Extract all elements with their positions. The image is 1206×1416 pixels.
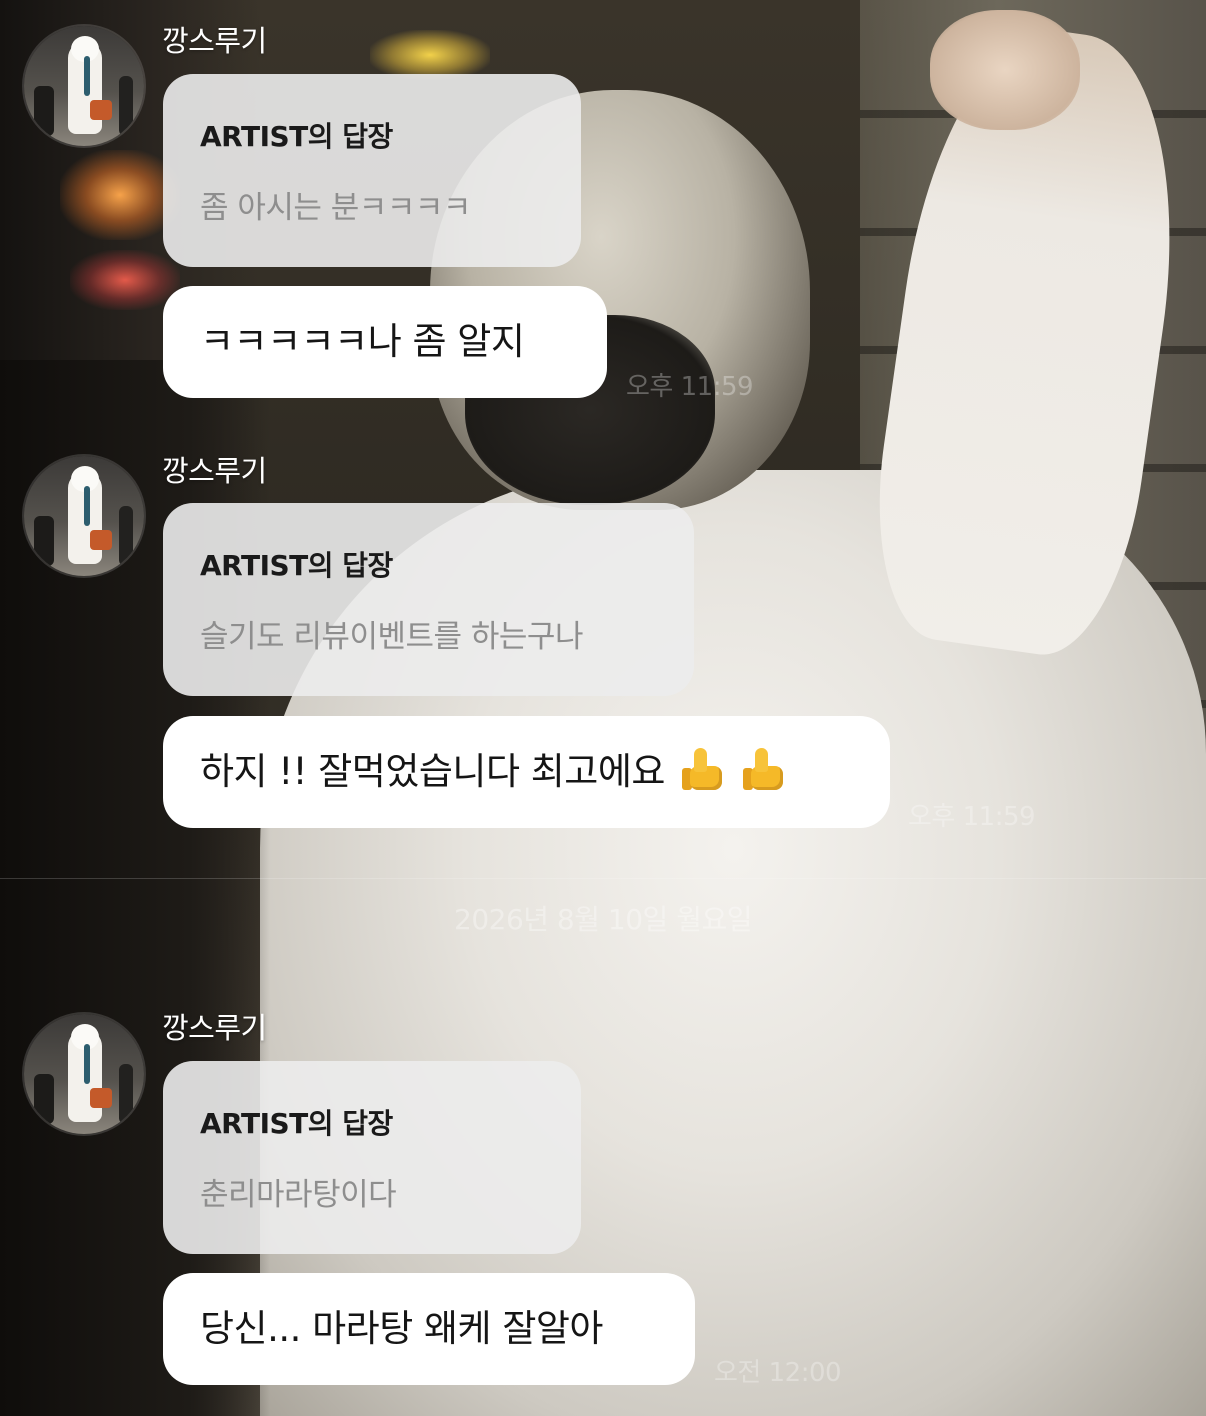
message-time: 오전 12:00 [714, 1358, 842, 1388]
message-text: ㅋㅋㅋㅋㅋ나 좀 알지 [200, 320, 525, 363]
chat-area[interactable]: 깡스루기 ARTIST의 답장 좀 아시는 분ㅋㅋㅋㅋ ㅋㅋㅋㅋㅋ나 좀 알지 … [0, 0, 1206, 1416]
message-bubble[interactable]: 하지 !! 잘먹었습니다 최고에요 [163, 716, 890, 828]
reply-text: 춘리마라탕이다 [200, 1177, 397, 1213]
reply-title: ARTIST의 답장 [200, 549, 393, 582]
message-time: 오후 11:59 [908, 802, 1036, 832]
avatar[interactable] [24, 456, 144, 576]
date-separator: 2026년 8월 10일 월요일 [454, 903, 752, 936]
reply-text: 슬기도 리뷰이벤트를 하는구나 [200, 619, 583, 655]
artist-reply-quote[interactable]: ARTIST의 답장 슬기도 리뷰이벤트를 하는구나 [163, 503, 694, 696]
sender-name: 깡스루기 [162, 454, 267, 488]
message-time: 오후 11:59 [626, 372, 754, 402]
sender-name: 깡스루기 [162, 24, 267, 58]
sender-name: 깡스루기 [162, 1011, 267, 1045]
avatar[interactable] [24, 26, 144, 146]
avatar[interactable] [24, 1014, 144, 1134]
message-bubble[interactable]: 당신... 마라탕 왜케 잘알아 [163, 1273, 695, 1385]
reply-title: ARTIST의 답장 [200, 120, 393, 153]
message-text: 하지 !! 잘먹었습니다 최고에요 [200, 750, 665, 793]
thumbs-up-icon [743, 748, 787, 792]
artist-reply-quote[interactable]: ARTIST의 답장 춘리마라탕이다 [163, 1061, 581, 1254]
thumbs-up-icon [682, 748, 726, 792]
reply-title: ARTIST의 답장 [200, 1107, 393, 1140]
message-text: 당신... 마라탕 왜케 잘알아 [200, 1307, 603, 1350]
message-bubble[interactable]: ㅋㅋㅋㅋㅋ나 좀 알지 [163, 286, 607, 398]
reply-text: 좀 아시는 분ㅋㅋㅋㅋ [200, 190, 471, 226]
artist-reply-quote[interactable]: ARTIST의 답장 좀 아시는 분ㅋㅋㅋㅋ [163, 74, 581, 267]
